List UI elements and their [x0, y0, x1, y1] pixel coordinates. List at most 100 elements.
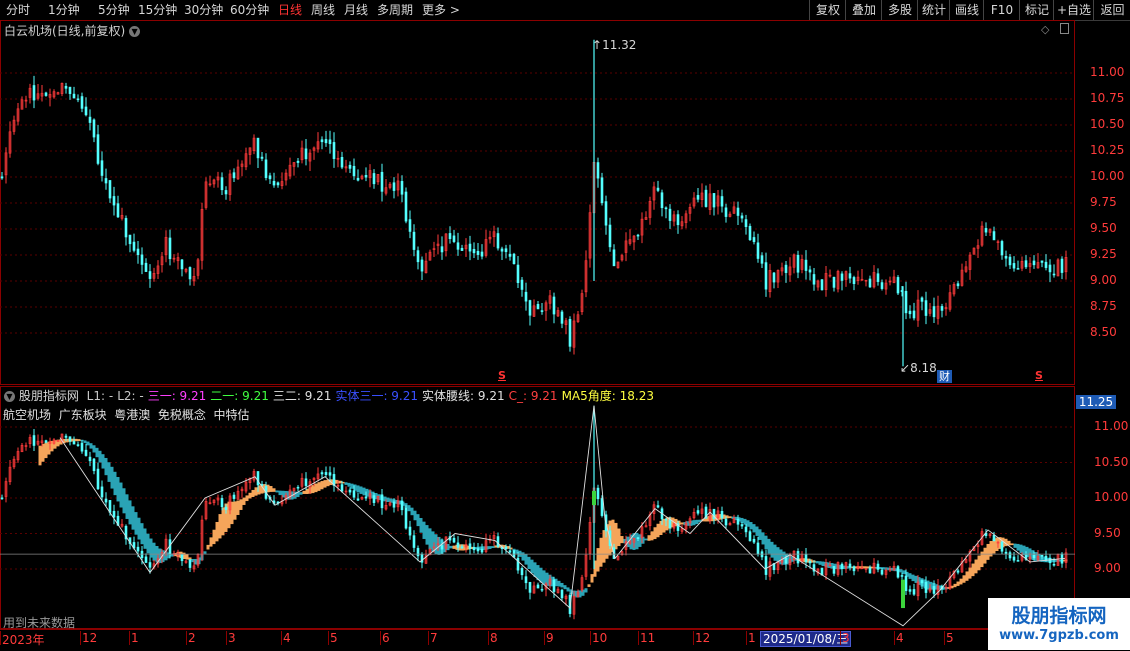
candle-body: [220, 498, 224, 508]
period-tab-more[interactable]: 更多 >: [422, 2, 460, 18]
candle-body: [380, 494, 384, 509]
period-tab-15min[interactable]: 15分钟: [138, 2, 177, 18]
candle-body: [736, 518, 740, 525]
period-tab-fenshi[interactable]: 分时: [6, 2, 30, 18]
time-axis-label: 9: [546, 631, 554, 645]
time-axis-label: 7: [430, 631, 438, 645]
statistics-button[interactable]: 统计: [917, 0, 950, 20]
candle-body: [932, 306, 936, 318]
time-axis-label: 3: [842, 631, 850, 645]
signal-bar: [901, 579, 905, 609]
candle-body: [440, 545, 444, 550]
candle-body: [64, 435, 68, 438]
time-axis[interactable]: [0, 629, 1130, 651]
overlay-button[interactable]: 叠加: [845, 0, 882, 20]
candle-body: [560, 589, 564, 599]
candle-body: [380, 171, 384, 192]
time-axis-tick: [129, 631, 130, 645]
candle-body: [1000, 541, 1004, 552]
candle-body: [764, 262, 768, 290]
candle-body: [832, 276, 836, 288]
candle-body: [452, 235, 456, 242]
add-watchlist-button[interactable]: +自选: [1053, 0, 1094, 20]
candle-body: [812, 274, 816, 285]
candle-body: [512, 253, 516, 265]
candle-body: [524, 576, 528, 584]
price-axis-label: 8.75: [1090, 299, 1117, 313]
candle-body: [460, 546, 464, 549]
candle-body: [840, 273, 844, 281]
candle-body: [668, 519, 672, 529]
candle-body: [524, 291, 528, 302]
mark-button[interactable]: 标记: [1019, 0, 1054, 20]
candle-body: [756, 542, 760, 554]
candle-body: [912, 589, 916, 595]
price-axis-label: 8.50: [1090, 325, 1117, 339]
candle-body: [80, 96, 84, 109]
time-axis-tick: [380, 631, 381, 645]
candle-body: [1048, 557, 1052, 564]
price-axis-label: 9.00: [1094, 561, 1121, 575]
candle-body: [296, 160, 300, 163]
candle-body: [168, 237, 172, 260]
candle-body: [772, 272, 776, 283]
time-axis-label: 11: [640, 631, 656, 645]
candle-body: [408, 219, 412, 232]
candle-body: [656, 505, 660, 508]
finance-badge[interactable]: 财: [937, 370, 952, 383]
f10-button[interactable]: F10: [983, 0, 1020, 20]
candle-body: [0, 176, 4, 179]
candle-body: [224, 506, 228, 510]
draw-line-button[interactable]: 画线: [949, 0, 984, 20]
candle-body: [392, 182, 396, 191]
candle-body: [100, 160, 104, 176]
candle-body: [148, 271, 152, 279]
candle-body: [748, 225, 752, 241]
candle-body: [508, 253, 512, 257]
candle-body: [516, 264, 520, 284]
candle-body: [112, 196, 116, 206]
candle-body: [516, 557, 520, 571]
time-axis-tick: [281, 631, 282, 645]
candle-body: [328, 472, 332, 476]
period-tab-monthly[interactable]: 月线: [344, 2, 368, 18]
candle-body: [1008, 256, 1012, 266]
period-tab-60min[interactable]: 60分钟: [230, 2, 269, 18]
period-tab-1min[interactable]: 1分钟: [48, 2, 80, 18]
candle-body: [904, 575, 908, 592]
candle-body: [76, 98, 80, 101]
candle-body: [296, 486, 300, 489]
candle-body: [924, 582, 928, 593]
candle-body: [72, 93, 76, 99]
candle-body: [272, 180, 276, 186]
candle-body: [1012, 263, 1016, 269]
period-tab-30min[interactable]: 30分钟: [184, 2, 223, 18]
candle-body: [608, 224, 612, 248]
candle-body: [668, 208, 672, 221]
restore-rights-button[interactable]: 复权: [809, 0, 846, 20]
time-axis-label: 4: [283, 631, 291, 645]
period-tab-5min[interactable]: 5分钟: [98, 2, 130, 18]
period-tab-daily[interactable]: 日线: [278, 2, 302, 18]
candle-body: [744, 526, 748, 533]
time-axis-label: 1: [748, 631, 756, 645]
candle-body: [348, 489, 352, 493]
candle-body: [412, 535, 416, 548]
signal-badge-s[interactable]: S: [1035, 369, 1043, 382]
candle-body: [112, 510, 116, 518]
candle-body: [264, 159, 268, 178]
time-axis-label: 3: [228, 631, 236, 645]
back-button[interactable]: 返回: [1093, 0, 1130, 20]
candle-body: [144, 262, 148, 272]
candle-body: [224, 190, 228, 195]
candle-body: [876, 273, 880, 282]
period-tab-multi[interactable]: 多周期: [377, 2, 413, 18]
candle-body: [332, 142, 336, 159]
candle-body: [320, 139, 324, 143]
time-axis-label: 1: [131, 631, 139, 645]
multi-stock-button[interactable]: 多股: [881, 0, 918, 20]
period-tab-weekly[interactable]: 周线: [311, 2, 335, 18]
candle-body: [528, 582, 532, 593]
candle-body: [540, 310, 544, 312]
signal-badge-s[interactable]: S: [498, 369, 506, 382]
